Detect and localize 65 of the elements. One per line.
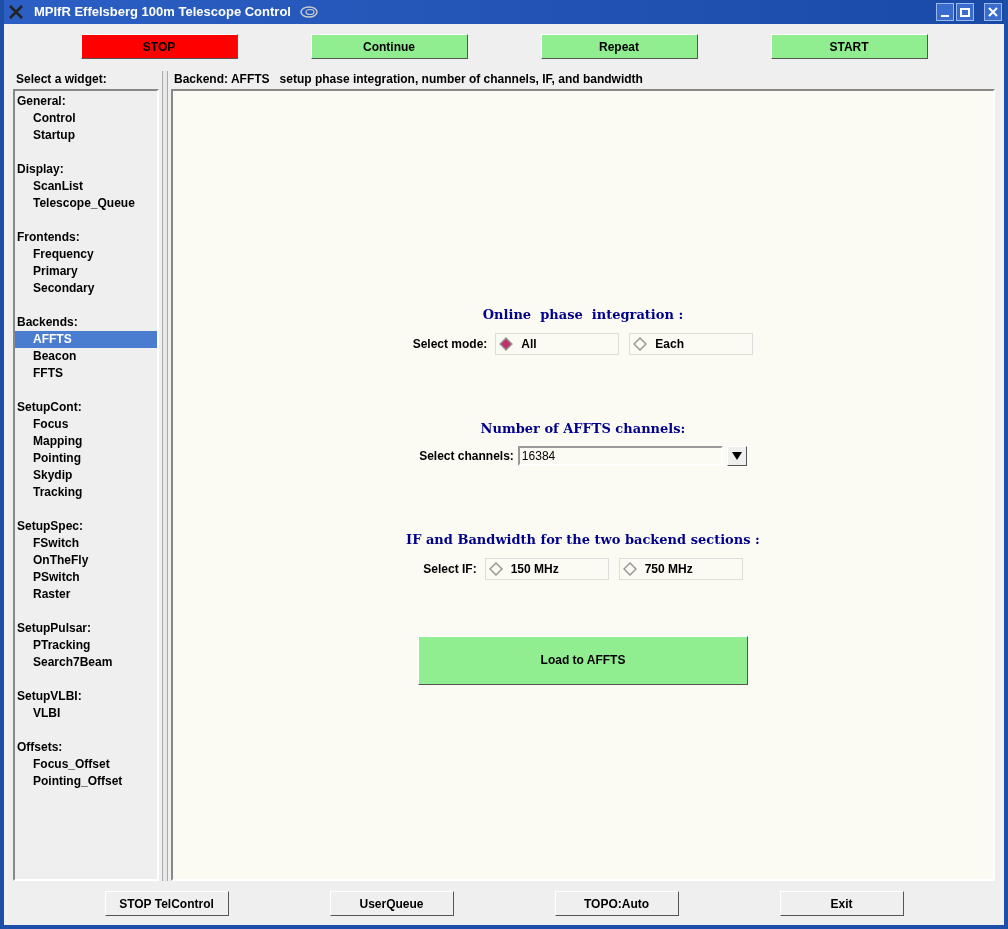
footer-button[interactable]: UserQueue — [329, 891, 454, 916]
list-item[interactable]: Pointing — [15, 450, 157, 467]
group-heading: SetupPulsar: — [16, 620, 92, 637]
section-heading: Number of AFFTS channels: — [480, 419, 686, 438]
section-heading: IF and Bandwidth for the two backend sections : — [406, 531, 760, 550]
toolbar-button[interactable]: Continue — [310, 34, 468, 59]
list-item[interactable]: Focus_Offset — [15, 756, 157, 773]
radio-option[interactable]: All — [495, 332, 620, 355]
list-item[interactable]: Control — [15, 110, 157, 127]
list-item[interactable]: PSwitch — [15, 569, 157, 586]
group-heading: SetupSpec: — [16, 518, 84, 535]
minimize-button[interactable] — [936, 3, 954, 21]
list-item[interactable]: Search7Beam — [15, 654, 157, 671]
group-heading: Backends: — [16, 314, 79, 331]
maximize-button[interactable] — [956, 3, 974, 21]
radio-option[interactable]: 750 MHz — [618, 557, 743, 580]
list-item[interactable]: ScanList — [15, 178, 157, 195]
section-heading: Online phase integration : — [482, 306, 684, 325]
list-item[interactable]: Tracking — [15, 484, 157, 501]
footer-button[interactable]: TOPO:Auto — [554, 891, 679, 916]
field-label: Select IF: — [423, 560, 477, 578]
list-item[interactable]: Focus — [15, 416, 157, 433]
list-item[interactable]: Beacon — [15, 348, 157, 365]
list-item[interactable]: Frequency — [15, 246, 157, 263]
group-heading: Frontends: — [16, 229, 81, 246]
close-button[interactable] — [984, 3, 1002, 21]
radio-option[interactable]: 150 MHz — [484, 557, 609, 580]
field-label: Select channels: — [419, 448, 514, 466]
list-item[interactable]: FSwitch — [15, 535, 157, 552]
toolbar-button[interactable]: Repeat — [540, 34, 698, 59]
splitter-handle[interactable] — [162, 71, 168, 881]
triangle-down-icon — [731, 452, 742, 461]
field-label: Select mode: — [412, 335, 488, 353]
list-item[interactable]: PTracking — [15, 637, 157, 654]
list-item[interactable]: VLBI — [15, 705, 157, 722]
list-item[interactable]: Secondary — [15, 280, 157, 297]
list-item[interactable]: AFFTS — [15, 331, 157, 348]
list-item[interactable]: Pointing_Offset — [15, 773, 157, 790]
group-heading: Display: — [16, 161, 65, 178]
dropdown-button[interactable] — [726, 446, 747, 467]
sidebar-title: Select a widget: — [16, 71, 108, 88]
list-item[interactable]: Raster — [15, 586, 157, 603]
load-button[interactable]: Load to AFFTS — [418, 635, 748, 685]
group-heading: SetupVLBI: — [16, 688, 83, 705]
panel-header: Backend: AFFTS setup phase integration, number of channels, IF, and bandwidth — [174, 71, 644, 88]
list-item[interactable]: FFTS — [15, 365, 157, 382]
window-title: MPIfR Effelsberg 100m Telescope Control — [34, 3, 291, 22]
footer-button[interactable]: STOP TelControl — [104, 891, 229, 916]
swirl-icon — [298, 5, 319, 19]
list-item[interactable]: Skydip — [15, 467, 157, 484]
list-item[interactable]: Startup — [15, 127, 157, 144]
toolbar-button[interactable]: START — [770, 34, 928, 59]
x-logo-icon — [8, 4, 24, 20]
list-item[interactable]: Primary — [15, 263, 157, 280]
toolbar-button[interactable]: STOP — [80, 34, 238, 59]
group-heading: Offsets: — [16, 739, 64, 756]
group-heading: General: — [16, 93, 67, 110]
list-item[interactable]: Mapping — [15, 433, 157, 450]
radio-option[interactable]: Each — [629, 332, 754, 355]
footer-button[interactable]: Exit — [779, 891, 904, 916]
close-icon — [988, 7, 998, 17]
list-item[interactable]: OnTheFly — [15, 552, 157, 569]
channels-field[interactable]: 16384 — [517, 446, 723, 467]
group-heading: SetupCont: — [16, 399, 83, 416]
list-item[interactable]: Telescope_Queue — [15, 195, 157, 212]
